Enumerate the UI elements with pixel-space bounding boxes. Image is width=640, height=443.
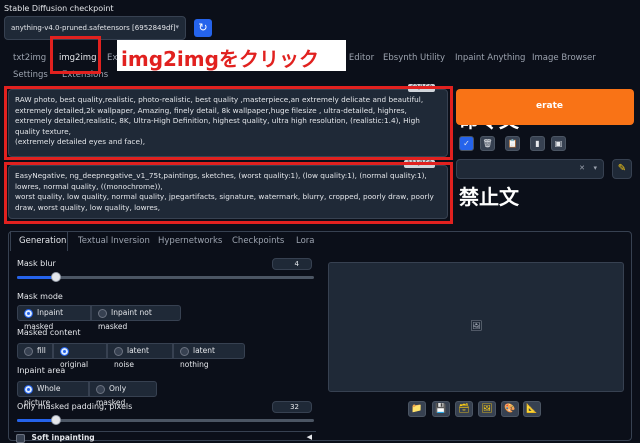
inpaint-area-label: Inpaint area [17,366,66,375]
masked-content-original[interactable]: original [53,343,107,369]
folder-icon: 📁 [411,404,423,414]
mask-mode-inpaint-not-masked[interactable]: Inpaint not masked [91,305,181,331]
send-to-inpaint-button[interactable]: 📐 [523,401,541,417]
option-label: fill [37,346,46,355]
generate-button[interactable]: erate [456,89,634,125]
radio-icon [98,308,107,318]
subtab-textual-inversion[interactable]: Textual Inversion [78,236,150,246]
radio-icon [60,346,69,356]
radio-icon [114,346,123,356]
refresh-button[interactable]: ↻ [194,19,212,37]
send-to-img2img-button[interactable]: 🖼 [478,401,496,417]
tab-extras[interactable]: Ex [107,53,117,63]
masked-content-label: Masked content [17,328,81,337]
style-icon: ▮ [535,139,540,148]
chevron-down-icon: ▾ [175,23,179,31]
archive-icon: 🗃 [458,404,470,414]
subtab-hypernetworks[interactable]: Hypernetworks [158,236,222,246]
soft-inpainting-accordion[interactable]: Soft inpainting ◀ [14,431,316,443]
clipboard-icon: 📋 [507,139,518,148]
checkbox-icon [16,434,25,443]
chevron-down-icon: ▾ [593,164,597,172]
tab-settings[interactable]: Settings [13,70,48,80]
inpaint-area-only-masked[interactable]: Only masked [89,381,157,407]
save-icon: 💾 [435,404,447,414]
tab-inpaint-anything[interactable]: Inpaint Anything [455,53,525,63]
card-icon: ▣ [554,139,563,148]
tab-image-browser[interactable]: Image Browser [532,53,596,63]
trash-button[interactable]: 🗑 [480,136,495,151]
image-placeholder-icon: 🖼 [470,321,483,332]
edit-styles-button[interactable]: ✎ [612,159,632,179]
padding-slider-track[interactable] [17,419,314,422]
padding-slider-thumb[interactable] [51,415,61,425]
padding-label: Only masked padding, pixels [17,402,133,411]
mask-blur-slider-thumb[interactable] [51,272,61,282]
mask-blur-label: Mask blur [17,259,56,268]
subtab-generation[interactable]: Generation [19,236,66,246]
save-button[interactable]: 💾 [432,401,450,417]
checkpoint-label: Stable Diffusion checkpoint [4,4,114,13]
radio-icon [96,384,105,394]
generate-label: erate [536,101,564,111]
open-folder-button[interactable]: 📁 [408,401,426,417]
radio-icon [180,346,189,356]
padding-input[interactable]: 32 [272,401,312,413]
zip-button[interactable]: 🗃 [455,401,473,417]
check-icon: ✓ [463,139,470,148]
trash-icon: 🗑 [482,139,493,148]
checkpoint-value: anything-v4.0-pruned.safetensors [695284… [11,24,176,32]
image-canvas[interactable]: 🖼 [328,262,624,392]
mask-mode-label: Mask mode [17,292,63,301]
send-to-extras-button[interactable]: 🎨 [501,401,519,417]
palette-icon: 🎨 [504,404,516,414]
clipboard-button[interactable]: 📋 [505,136,520,151]
collapse-icon: ◀ [306,433,312,441]
radio-icon [24,384,33,394]
picture-icon: 🖼 [481,404,493,414]
radio-icon [24,346,33,356]
radio-icon [24,308,33,318]
subtab-checkpoints[interactable]: Checkpoints [232,236,284,246]
tab-txt2img[interactable]: txt2img [13,53,46,63]
check-button[interactable]: ✓ [459,136,474,151]
mask-blur-slider-track[interactable] [17,276,314,279]
mask-blur-input[interactable]: 4 [272,258,312,270]
styles-dropdown[interactable]: ✕ ▾ [456,159,604,179]
inpaint-area-whole-picture[interactable]: Whole picture [17,381,89,407]
extra-networks-button[interactable]: ▣ [551,136,566,151]
img2img-highlight-box [50,36,101,74]
masked-content-latent-nothing[interactable]: latent nothing [173,343,245,369]
masked-content-fill[interactable]: fill [17,343,53,359]
pencil-icon: ✎ [617,163,627,174]
negative-annotation: 禁止文 [459,185,519,209]
subtab-lora[interactable]: Lora [296,236,315,246]
tab-ebsynth-utility[interactable]: Ebsynth Utility [383,53,445,63]
negative-prompt-highlight-box [4,162,453,224]
prompt-highlight-box [4,86,453,160]
mask-mode-inpaint-masked[interactable]: Inpaint masked [17,305,91,331]
clear-icon: ✕ [579,164,585,172]
ruler-icon: 📐 [526,404,538,414]
click-annotation-text: img2imgをクリック [121,47,319,71]
masked-content-latent-noise[interactable]: latent noise [107,343,173,369]
refresh-icon: ↻ [198,21,208,34]
style-button[interactable]: ▮ [530,136,545,151]
